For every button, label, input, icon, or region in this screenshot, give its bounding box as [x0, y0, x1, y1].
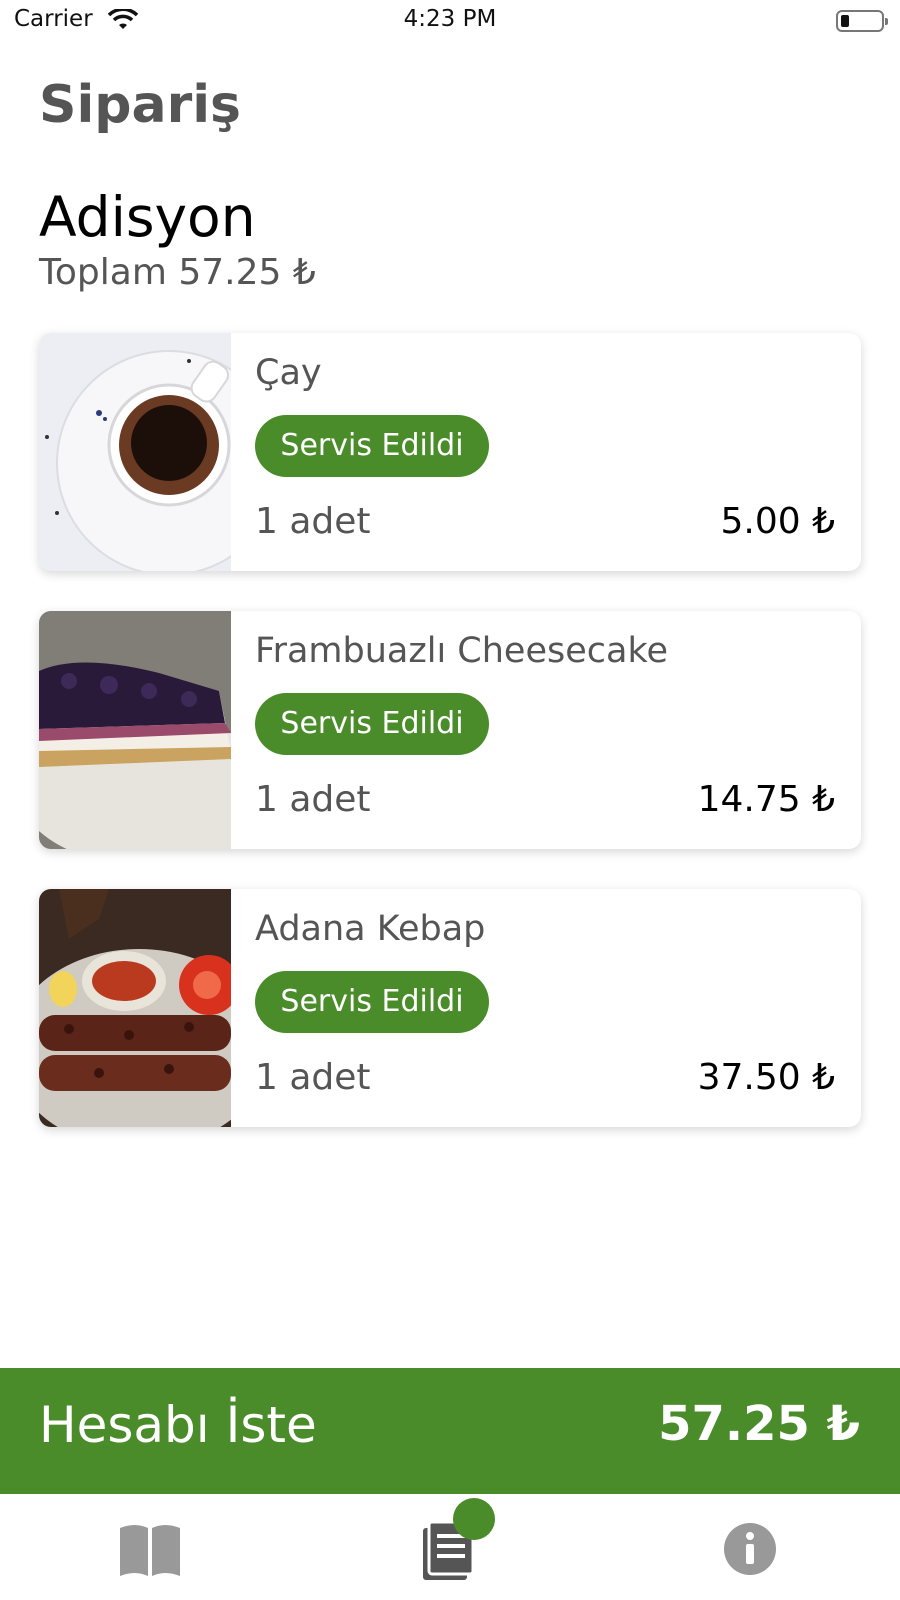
- battery-icon: [836, 10, 888, 32]
- checkout-total: 57.25 ₺: [658, 1396, 860, 1452]
- order-item-card[interactable]: Çay Servis Edildi 1 adet 5.00 ₺: [39, 333, 861, 571]
- status-badge: Servis Edildi: [255, 971, 489, 1033]
- status-badge: Servis Edildi: [255, 693, 489, 755]
- order-badge-dot: [453, 1498, 495, 1540]
- book-icon[interactable]: [115, 1514, 185, 1584]
- item-price: 37.50 ₺: [697, 1057, 835, 1098]
- tea-image: [39, 333, 231, 571]
- item-name: Frambuazlı Cheesecake: [255, 631, 669, 671]
- bill-total: Toplam 57.25 ₺: [39, 252, 316, 293]
- item-quantity: 1 adet: [255, 779, 371, 820]
- order-item-card[interactable]: Frambuazlı Cheesecake Servis Edildi 1 ad…: [39, 611, 861, 849]
- kebab-image: [39, 889, 231, 1127]
- info-icon[interactable]: [715, 1514, 785, 1584]
- item-price: 5.00 ₺: [720, 501, 835, 542]
- request-bill-label: Hesabı İste: [39, 1396, 317, 1454]
- cheesecake-image: [39, 611, 231, 849]
- tab-bar: [0, 1494, 900, 1600]
- item-price: 14.75 ₺: [697, 779, 835, 820]
- item-quantity: 1 adet: [255, 501, 371, 542]
- status-bar: Carrier 4:23 PM: [0, 0, 900, 44]
- bill-title: Adisyon: [39, 185, 256, 249]
- status-badge: Servis Edildi: [255, 415, 489, 477]
- page-title: Sipariş: [39, 75, 242, 135]
- clock: 4:23 PM: [403, 6, 497, 32]
- item-name: Adana Kebap: [255, 909, 486, 949]
- item-name: Çay: [255, 353, 322, 393]
- order-item-card[interactable]: Adana Kebap Servis Edildi 1 adet 37.50 ₺: [39, 889, 861, 1127]
- request-bill-button[interactable]: Hesabı İste 57.25 ₺: [0, 1368, 900, 1494]
- item-quantity: 1 adet: [255, 1057, 371, 1098]
